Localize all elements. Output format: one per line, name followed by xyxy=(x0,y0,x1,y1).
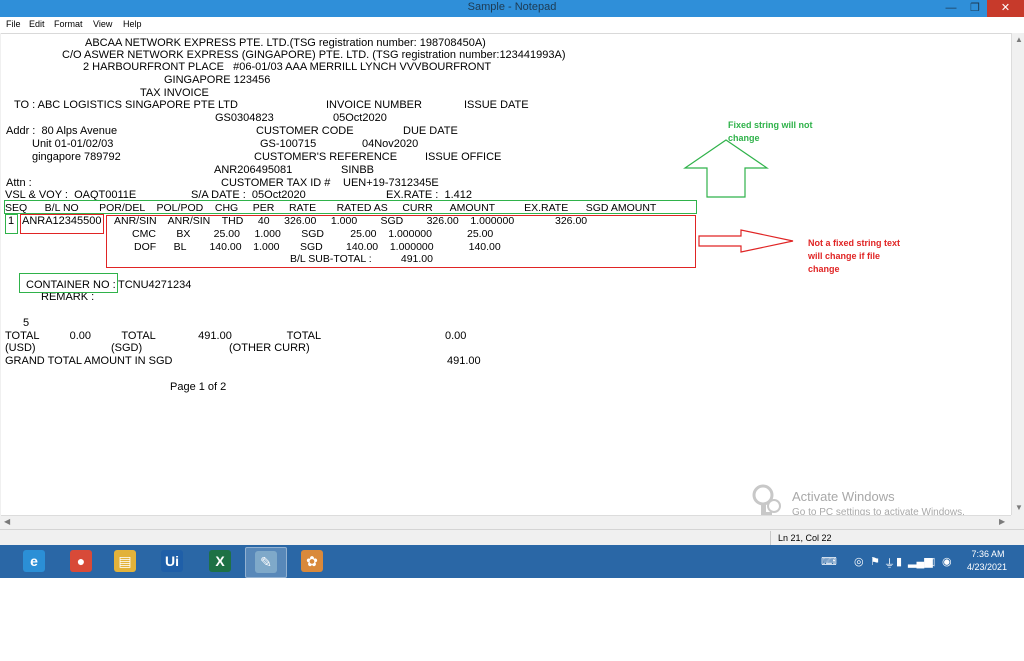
clock-time[interactable]: 7:36 AM xyxy=(968,549,1008,559)
taskbar-notepad[interactable]: ✎ xyxy=(245,547,287,578)
doc-line: ANR206495081 xyxy=(214,164,293,176)
doc-line: GINGAPORE 123456 xyxy=(164,74,271,86)
doc-line: CUSTOMER TAX ID # xyxy=(221,177,331,189)
seq-highlight xyxy=(5,214,18,234)
network-status-icon[interactable]: ◎ xyxy=(854,555,864,568)
doc-line: ABCAA NETWORK EXPRESS PTE. LTD.(TSG regi… xyxy=(85,37,486,49)
menu-help[interactable]: Help xyxy=(123,19,142,29)
taskbar: e ● ▤ Ui X ✎ ✿ ⌨ ◎ ⚑ ⏚ ▮ ▂▄▆ ◁ ◉ 7:36 AM… xyxy=(0,545,1024,578)
doc-line: C/O ASWER NETWORK EXPRESS (GINGAPORE) PT… xyxy=(62,49,566,61)
container-label-highlight xyxy=(19,273,118,293)
minimize-button[interactable]: — xyxy=(939,1,963,15)
taskbar-internet-explorer[interactable]: e xyxy=(14,547,54,576)
battery-icon[interactable]: ▮ xyxy=(896,555,902,568)
doc-line: SINBB xyxy=(341,164,375,176)
scroll-right-icon[interactable]: ▶ xyxy=(999,517,1005,526)
doc-line: (USD) xyxy=(5,342,36,354)
fixed-string-note: Fixed string will not change xyxy=(728,120,813,143)
scroll-down-icon[interactable]: ▼ xyxy=(1015,503,1023,512)
doc-line: Unit 01-01/02/03 xyxy=(32,138,114,150)
activate-windows-title: Activate Windows xyxy=(792,489,895,504)
menu-view[interactable]: View xyxy=(93,19,112,29)
keyboard-icon[interactable]: ⌨ xyxy=(821,555,837,568)
doc-line: TO : ABC LOGISTICS SINGAPORE PTE LTD xyxy=(14,99,238,111)
vertical-scrollbar[interactable]: ▲ ▼ xyxy=(1011,33,1024,515)
title-bar[interactable]: Sample - Notepad — ❐ ✕ xyxy=(0,0,1024,17)
folder-icon: ▤ xyxy=(114,550,136,572)
window-title: Sample - Notepad xyxy=(467,1,557,13)
page-indicator: Page 1 of 2 xyxy=(170,381,227,393)
doc-line: CUSTOMER'S REFERENCE xyxy=(254,151,398,163)
horizontal-scrollbar[interactable]: ◀ ▶ xyxy=(1,515,1011,529)
doc-line: INVOICE NUMBER xyxy=(326,99,422,111)
doc-line: TCNU4271234 xyxy=(118,279,192,291)
chrome-icon: ● xyxy=(70,550,92,572)
doc-line: gingapore 789792 xyxy=(32,151,121,163)
usb-icon[interactable]: ⏚ xyxy=(884,555,895,571)
text-editor[interactable]: ABCAA NETWORK EXPRESS PTE. LTD.(TSG regi… xyxy=(1,33,1011,516)
doc-line: 5 xyxy=(23,317,30,329)
action-center-flag-icon[interactable]: ⚑ xyxy=(870,555,880,568)
doc-line: (OTHER CURR) xyxy=(229,342,310,354)
doc-line: (SGD) xyxy=(111,342,143,354)
cursor-position: Ln 21, Col 22 xyxy=(778,533,832,543)
bl-no-highlight xyxy=(20,214,104,234)
internet-explorer-icon: e xyxy=(23,550,45,572)
taskbar-file-explorer[interactable]: ▤ xyxy=(105,547,145,576)
line-items-highlight xyxy=(106,215,696,268)
notepad-window: Sample - Notepad — ❐ ✕ File Edit Format … xyxy=(0,0,1024,546)
volume-icon[interactable]: ◁ xyxy=(926,555,934,568)
doc-line: ISSUE OFFICE xyxy=(425,151,502,163)
taskbar-excel[interactable]: X xyxy=(200,547,240,576)
doc-line: GS0304823 xyxy=(215,112,274,124)
doc-line: Attn : xyxy=(6,177,32,189)
scroll-left-icon[interactable]: ◀ xyxy=(4,517,10,526)
notepad-icon: ✎ xyxy=(255,551,277,573)
menu-edit[interactable]: Edit xyxy=(29,19,45,29)
doc-line: 05Oct2020 xyxy=(333,112,387,124)
paint-icon: ✿ xyxy=(301,550,323,572)
doc-line: CUSTOMER CODE xyxy=(256,125,354,137)
wifi-icon[interactable]: ◉ xyxy=(942,555,952,568)
doc-line: TAX INVOICE xyxy=(140,87,209,99)
up-arrow-icon xyxy=(683,139,769,198)
excel-icon: X xyxy=(209,550,231,572)
menu-format[interactable]: Format xyxy=(54,19,83,29)
status-bar: Ln 21, Col 22 xyxy=(0,529,1024,546)
taskbar-uipath[interactable]: Ui xyxy=(152,547,192,576)
right-arrow-icon xyxy=(698,229,794,253)
doc-line: 0.00 xyxy=(445,330,467,342)
doc-line: ISSUE DATE xyxy=(464,99,529,111)
close-button[interactable]: ✕ xyxy=(987,0,1024,17)
menu-file[interactable]: File xyxy=(6,19,21,29)
doc-line: 2 HARBOURFRONT PLACE #06-01/03 AAA MERRI… xyxy=(83,61,492,73)
doc-line: GS-100715 xyxy=(260,138,317,150)
scroll-up-icon[interactable]: ▲ xyxy=(1015,35,1023,44)
doc-line: UEN+19-7312345E xyxy=(343,177,439,189)
variable-string-note: Not a fixed string text will change if f… xyxy=(808,238,901,274)
clock-date[interactable]: 4/23/2021 xyxy=(962,562,1012,572)
key-icon xyxy=(752,484,781,516)
doc-line: TOTAL 0.00 TOTAL 491.00 TOTAL xyxy=(5,330,322,342)
doc-line: GRAND TOTAL AMOUNT IN SGD xyxy=(5,355,173,367)
doc-line: 491.00 xyxy=(447,355,481,367)
taskbar-paint[interactable]: ✿ xyxy=(292,547,332,576)
taskbar-chrome[interactable]: ● xyxy=(61,547,101,576)
doc-line: Addr : 80 Alps Avenue xyxy=(6,125,118,137)
menu-bar: File Edit Format View Help xyxy=(0,17,1024,33)
uipath-icon: Ui xyxy=(161,550,183,572)
maximize-button[interactable]: ❐ xyxy=(963,1,987,15)
doc-line: 04Nov2020 xyxy=(362,138,419,150)
fixed-header-highlight xyxy=(4,200,697,214)
doc-line: DUE DATE xyxy=(403,125,458,137)
status-separator xyxy=(770,531,771,545)
